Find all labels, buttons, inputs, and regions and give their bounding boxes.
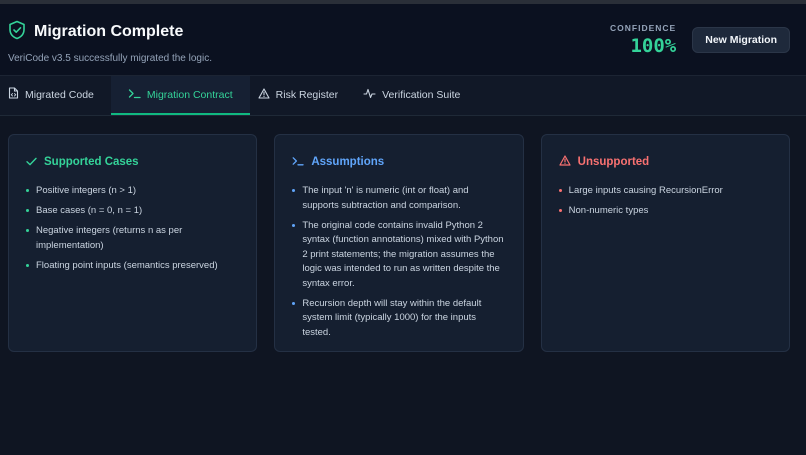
page-title: Migration Complete [34,23,184,40]
list-item: Floating point inputs (semantics preserv… [26,259,240,274]
card-header: Supported Cases [26,153,240,171]
list-item: Base cases (n = 0, n = 1) [26,204,240,219]
file-code-icon [8,87,19,102]
unsupported-list: Large inputs causing RecursionError Non-… [558,184,773,219]
contract-panel: Supported Cases Positive integers (n > 1… [0,116,806,352]
tab-migrated-code[interactable]: Migrated Code [0,76,111,115]
confidence-label: CONFIDENCE [610,22,677,33]
list-item: Positive integers (n > 1) [26,184,240,199]
list-item: The input 'n' is numeric (int or float) … [292,184,506,213]
card-title: Unsupported [577,156,650,168]
confidence-display: CONFIDENCE 100% [610,23,676,57]
tab-label: Risk Register [275,88,339,101]
activity-pulse-icon [363,88,376,102]
list-item: The original code contains invalid Pytho… [292,219,506,292]
list-item: Recursion depth will stay within the def… [292,297,506,341]
tab-label: Verification Suite [382,88,461,101]
check-icon [26,153,37,171]
supported-list: Positive integers (n > 1) Base cases (n … [26,184,240,273]
unsupported-card: Unsupported Large inputs causing Recursi… [540,134,790,352]
terminal-icon [128,88,141,102]
tab-risk-register[interactable]: Risk Register [250,76,355,115]
tab-label: Migrated Code [25,88,94,101]
assumptions-card: Assumptions The input 'n' is numeric (in… [274,134,524,352]
result-header: Migration Complete VeriCode v3.5 success… [0,4,806,76]
tab-label: Migration Contract [146,88,233,101]
supported-cases-card: Supported Cases Positive integers (n > 1… [8,134,258,352]
list-item: Large inputs causing RecursionError [558,184,773,199]
tab-bar: Migrated Code Migration Contract Risk Re… [0,76,806,116]
terminal-icon [292,153,304,171]
card-header: Assumptions [292,153,506,171]
list-item: Negative integers (returns n as per impl… [26,224,240,253]
warning-triangle-icon [559,153,571,171]
tab-migration-contract[interactable]: Migration Contract [110,76,250,115]
header-title-row: Migration Complete [8,20,212,45]
assumptions-list: The input 'n' is numeric (int or float) … [292,184,506,340]
card-title: Assumptions [311,156,385,168]
tab-verification-suite[interactable]: Verification Suite [355,76,477,115]
list-item: Non-numeric types [558,204,773,219]
header-actions: CONFIDENCE 100% New Migration [610,23,790,57]
warning-triangle-icon [258,87,270,102]
shield-check-icon [8,20,26,45]
card-header: Unsupported [559,153,773,171]
confidence-value: 100% [630,34,677,57]
new-migration-button[interactable]: New Migration [692,26,790,53]
page-subtitle: VeriCode v3.5 successfully migrated the … [8,52,212,64]
card-title: Supported Cases [44,156,139,168]
header-title-block: Migration Complete VeriCode v3.5 success… [8,16,212,64]
